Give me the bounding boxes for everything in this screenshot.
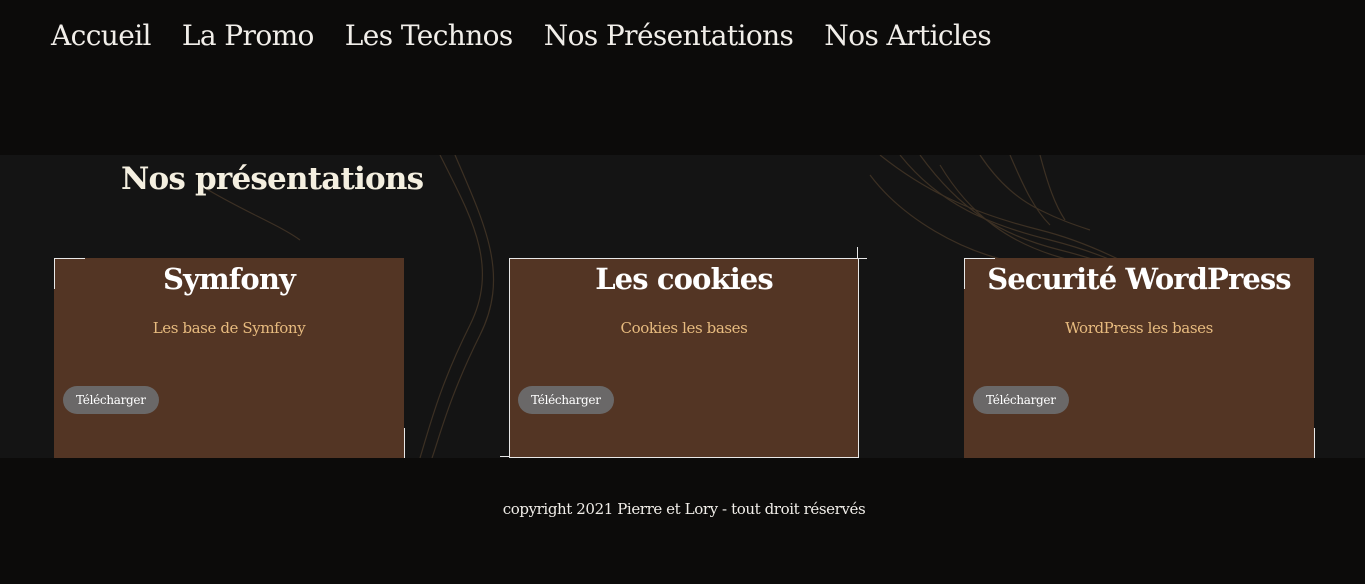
card-title: Les cookies [595, 262, 774, 296]
download-button[interactable]: Télécharger [973, 386, 1069, 414]
nav-item: Accueil [51, 17, 152, 55]
card-description: Cookies les bases [620, 319, 748, 337]
nav-link-accueil[interactable]: Accueil [51, 17, 152, 55]
download-button[interactable]: Télécharger [63, 386, 159, 414]
presentation-card-symfony: Symfony Les base de Symfony Télécharger [54, 258, 404, 458]
card-description: WordPress les bases [1065, 319, 1213, 337]
nav-item: Nos Articles [824, 17, 991, 55]
card-title: Symfony [163, 262, 296, 296]
nav-item: La Promo [182, 17, 314, 55]
card-description: Les base de Symfony [152, 319, 306, 337]
card-title: Securité WordPress [987, 262, 1291, 296]
footer: copyright 2021 Pierre et Lory - tout dro… [0, 458, 1365, 584]
nav-menu: Accueil La Promo Les Technos Nos Présent… [51, 17, 992, 55]
download-button[interactable]: Télécharger [518, 386, 614, 414]
top-navigation: Accueil La Promo Les Technos Nos Présent… [0, 0, 1365, 155]
nav-link-les-technos[interactable]: Les Technos [345, 17, 513, 55]
nav-link-la-promo[interactable]: La Promo [182, 17, 314, 55]
presentation-card-cookies: Les cookies Cookies les bases Télécharge… [509, 258, 859, 458]
nav-item: Nos Présentations [544, 17, 794, 55]
nav-item: Les Technos [345, 17, 513, 55]
copyright-text: copyright 2021 Pierre et Lory - tout dro… [502, 500, 866, 518]
presentations-section: Nos présentations Symfony Les base de Sy… [0, 155, 1365, 458]
page-title: Nos présentations [121, 161, 424, 197]
nav-link-nos-presentations[interactable]: Nos Présentations [544, 17, 794, 55]
nav-link-nos-articles[interactable]: Nos Articles [824, 17, 991, 55]
presentation-card-wordpress-security: Securité WordPress WordPress les bases T… [964, 258, 1314, 458]
